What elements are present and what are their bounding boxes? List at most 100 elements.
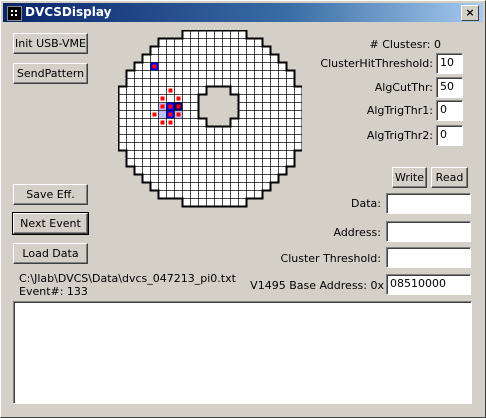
crystal-cell[interactable] [262,54,271,63]
crystal-cell[interactable] [198,38,207,47]
crystal-cell[interactable] [158,182,167,191]
crystal-cell[interactable] [174,150,183,159]
crystal-cell[interactable] [262,102,271,111]
crystal-cell[interactable] [182,94,191,103]
crystal-cell[interactable] [142,62,151,71]
crystal-cell[interactable] [222,190,231,199]
crystal-cell[interactable] [190,198,199,207]
crystal-cell[interactable] [182,158,191,167]
crystal-cell[interactable] [294,94,303,103]
crystal-cell[interactable] [142,174,151,183]
crystal-cell[interactable] [222,158,231,167]
crystal-cell[interactable] [182,62,191,71]
crystal-cell[interactable] [198,150,207,159]
crystal-cell[interactable] [278,118,287,127]
crystal-cell[interactable] [270,158,279,167]
crystal-cell[interactable] [246,158,255,167]
crystal-cell[interactable] [294,142,303,151]
crystal-cell[interactable] [158,142,167,151]
crystal-cell[interactable] [198,198,207,207]
crystal-cell[interactable] [190,150,199,159]
crystal-cell[interactable] [174,166,183,175]
crystal-cell[interactable] [166,182,175,191]
crystal-cell[interactable] [246,174,255,183]
crystal-cell[interactable] [286,158,295,167]
crystal-cell[interactable] [286,150,295,159]
crystal-cell[interactable] [278,150,287,159]
crystal-cell[interactable] [270,150,279,159]
crystal-cell[interactable] [126,94,135,103]
crystal-cell[interactable] [166,94,175,103]
crystal-cell[interactable] [270,94,279,103]
crystal-cell[interactable] [246,142,255,151]
log-textarea[interactable] [13,301,472,404]
crystal-cell[interactable] [126,134,135,143]
crystal-cell[interactable] [238,62,247,71]
crystal-cell[interactable] [166,46,175,55]
alg-trig-thr2-field[interactable]: 0 [436,125,463,146]
crystal-cell[interactable] [190,126,199,135]
crystal-cell[interactable] [270,78,279,87]
crystal-cell[interactable] [246,118,255,127]
crystal-cell[interactable] [254,102,263,111]
crystal-cell[interactable] [182,166,191,175]
crystal-cell[interactable] [286,142,295,151]
crystal-cell[interactable] [134,110,143,119]
crystal-cell[interactable] [134,70,143,79]
crystal-cell[interactable] [206,166,215,175]
crystal-cell[interactable] [238,158,247,167]
crystal-cell[interactable] [222,198,231,207]
crystal-cell[interactable] [238,78,247,87]
crystal-cell[interactable] [230,142,239,151]
crystal-cell[interactable] [254,142,263,151]
crystal-cell[interactable] [182,174,191,183]
crystal-cell[interactable] [254,134,263,143]
crystal-cell[interactable] [158,86,167,95]
load-data-button[interactable]: Load Data [13,243,88,264]
crystal-cell[interactable] [150,54,159,63]
crystal-cell[interactable] [158,70,167,79]
crystal-cell[interactable] [262,150,271,159]
crystal-cell[interactable] [166,54,175,63]
crystal-cell[interactable] [254,126,263,135]
crystal-cell[interactable] [230,54,239,63]
crystal-cell[interactable] [254,94,263,103]
crystal-cell[interactable] [278,110,287,119]
crystal-cell[interactable] [118,118,127,127]
crystal-cell[interactable] [182,102,191,111]
crystal-cell[interactable] [214,166,223,175]
crystal-cell[interactable] [238,70,247,79]
crystal-cell[interactable] [166,70,175,79]
crystal-cell[interactable] [246,46,255,55]
crystal-cell[interactable] [270,86,279,95]
crystal-cell[interactable] [174,118,183,127]
crystal-cell[interactable] [230,46,239,55]
crystal-cell[interactable] [222,150,231,159]
crystal-cell[interactable] [166,158,175,167]
crystal-cell[interactable] [278,94,287,103]
crystal-cell[interactable] [238,102,247,111]
crystal-cell[interactable] [286,110,295,119]
crystal-cell[interactable] [150,174,159,183]
crystal-cell[interactable] [270,126,279,135]
crystal-cell[interactable] [142,142,151,151]
crystal-cell[interactable] [230,182,239,191]
crystal-cell[interactable] [182,182,191,191]
crystal-cell[interactable] [270,166,279,175]
crystal-cell[interactable] [246,182,255,191]
crystal-cell[interactable] [150,158,159,167]
crystal-cell[interactable] [182,190,191,199]
crystal-cell[interactable] [238,126,247,135]
crystal-cell[interactable] [190,70,199,79]
crystal-cell[interactable] [158,126,167,135]
crystal-cell[interactable] [126,158,135,167]
crystal-cell[interactable] [238,134,247,143]
crystal-cell[interactable] [126,150,135,159]
crystal-cell[interactable] [254,166,263,175]
crystal-cell[interactable] [206,198,215,207]
crystal-cell[interactable] [118,134,127,143]
crystal-cell[interactable] [134,166,143,175]
crystal-cell[interactable] [262,110,271,119]
crystal-cell[interactable] [182,142,191,151]
crystal-cell[interactable] [182,54,191,63]
